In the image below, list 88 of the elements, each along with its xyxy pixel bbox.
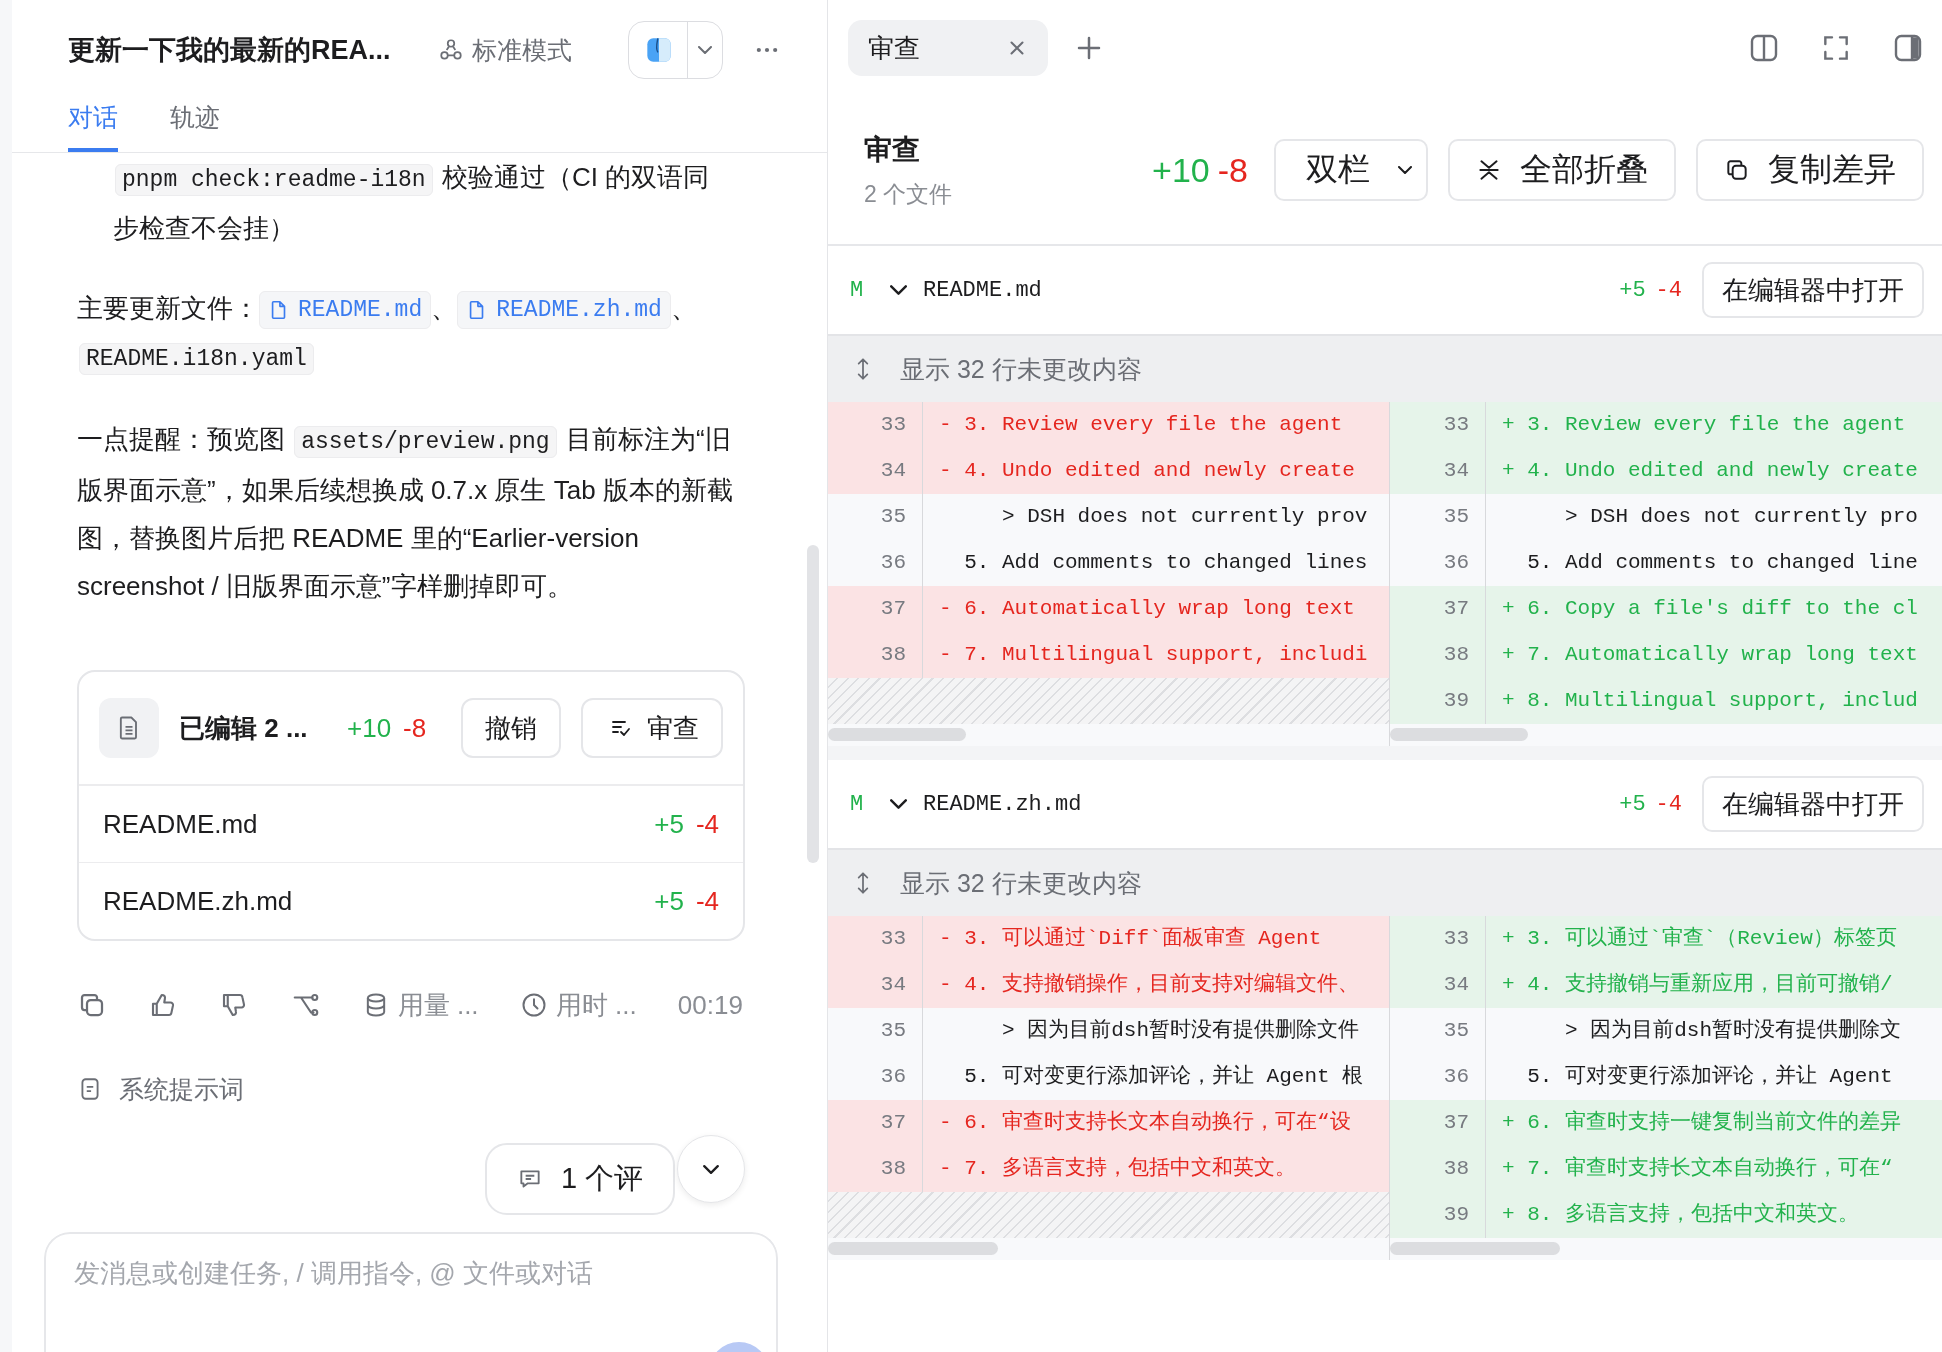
copy-diff-button[interactable]: 复制差异 bbox=[1696, 139, 1924, 201]
removed-count: -4 bbox=[695, 808, 719, 840]
removed-count: -4 bbox=[1655, 277, 1682, 303]
line-number: 35 bbox=[1390, 1008, 1486, 1054]
line-number: 36 bbox=[1390, 1054, 1486, 1100]
added-count: +10 bbox=[347, 712, 392, 744]
sidebar-icon[interactable] bbox=[1892, 32, 1924, 64]
file-status: M bbox=[850, 277, 865, 303]
added-count: +5 bbox=[654, 808, 684, 840]
expand-row[interactable]: 显示 32 行未更改内容 bbox=[828, 848, 1942, 916]
scrollbar[interactable] bbox=[807, 545, 819, 863]
expand-row[interactable]: 显示 32 行未更改内容 bbox=[828, 334, 1942, 402]
app-icon bbox=[645, 36, 673, 64]
nodes-icon[interactable] bbox=[438, 37, 464, 63]
file-link[interactable]: README.md bbox=[259, 291, 432, 330]
added-count: +5 bbox=[1619, 277, 1646, 303]
line-number: 36 bbox=[828, 1054, 923, 1100]
usage-label: 用量 ... bbox=[397, 988, 479, 1022]
line-number: 39 bbox=[1390, 1192, 1486, 1238]
line-number: 38 bbox=[828, 1146, 923, 1192]
line-number: 35 bbox=[828, 1008, 923, 1054]
elapsed-time: 00:19 bbox=[677, 989, 743, 1021]
chevron-down-icon[interactable] bbox=[890, 285, 907, 295]
message-paragraph: 一点提醒：预览图 assets/preview.png 目前标注为“旧版界面示意”，如果后续想换成 0.7.x 原生 Tab 版本的新截图，替换图片后把 README 里的“Earlier-version screenshot / 旧版界面示意”字样删掉即可。 bbox=[77, 423, 734, 603]
line-number: 33 bbox=[1390, 402, 1486, 448]
line-number: 38 bbox=[1390, 632, 1486, 678]
line-number: 36 bbox=[1390, 540, 1486, 586]
review-title: 审查 bbox=[864, 132, 921, 167]
message-input[interactable]: 发消息或创建任务, / 调用指令, @ 文件或对话 bbox=[44, 1232, 778, 1352]
line-number: 34 bbox=[1390, 962, 1486, 1008]
line-number: 38 bbox=[828, 632, 923, 678]
line-number: 38 bbox=[1390, 1146, 1486, 1192]
line-number: 37 bbox=[828, 1100, 923, 1146]
view-mode-select[interactable]: 双栏 bbox=[1274, 139, 1428, 201]
line-number: 33 bbox=[1390, 916, 1486, 962]
added-count: +5 bbox=[1619, 791, 1646, 817]
file-name[interactable]: README.zh.md bbox=[103, 885, 293, 917]
chevron-down-icon[interactable] bbox=[890, 799, 907, 809]
conversation-title: 更新一下我的最新的REA... bbox=[68, 34, 392, 67]
chevron-down-icon bbox=[703, 1164, 719, 1174]
conversation-tab[interactable]: 轨迹 bbox=[170, 100, 220, 152]
line-number: 35 bbox=[828, 494, 923, 540]
review-button[interactable]: 审查 bbox=[581, 698, 723, 758]
line-number: 34 bbox=[1390, 448, 1486, 494]
copy-icon bbox=[1724, 157, 1750, 183]
chevron-down-icon bbox=[698, 46, 712, 54]
open-in-editor-button[interactable]: 在编辑器中打开 bbox=[1702, 776, 1924, 832]
file-name: README.md bbox=[923, 277, 1042, 303]
collapse-all-button[interactable]: 全部折叠 bbox=[1448, 139, 1676, 201]
open-in-editor-button[interactable]: 在编辑器中打开 bbox=[1702, 262, 1924, 318]
comments-button[interactable]: 1 个评 bbox=[485, 1143, 675, 1215]
review-tab[interactable]: 审查 bbox=[848, 20, 1048, 76]
line-number: 37 bbox=[1390, 1100, 1486, 1146]
scrollbar[interactable] bbox=[1390, 728, 1528, 741]
line-number: 34 bbox=[828, 448, 923, 494]
added-count: +5 bbox=[654, 885, 684, 917]
message-paragraph: pnpm check:readme-i18n 校验通过（CI 的双语同步检查不会挂） bbox=[112, 161, 711, 245]
line-number: 34 bbox=[828, 962, 923, 1008]
scrollbar[interactable] bbox=[828, 1242, 998, 1255]
app-picker-button[interactable] bbox=[628, 21, 723, 79]
line-number: 33 bbox=[828, 916, 923, 962]
line-number: 39 bbox=[1390, 678, 1486, 724]
removed-count: -8 bbox=[1217, 150, 1248, 190]
line-number: 36 bbox=[828, 540, 923, 586]
file-status: M bbox=[850, 791, 865, 817]
added-count: +10 bbox=[1152, 150, 1210, 190]
line-number: 37 bbox=[828, 586, 923, 632]
file-name[interactable]: README.md bbox=[103, 808, 258, 840]
duration-label: 用时 ... bbox=[555, 988, 637, 1022]
changes-title: 已编辑 2 ... bbox=[179, 711, 309, 745]
line-number: 35 bbox=[1390, 494, 1486, 540]
split-view-icon[interactable] bbox=[1748, 32, 1780, 64]
file-count: 2 个文件 bbox=[864, 179, 954, 209]
scrollbar[interactable] bbox=[828, 728, 966, 741]
file-name: README.zh.md bbox=[923, 791, 1082, 817]
line-number: 33 bbox=[828, 402, 923, 448]
mode-label[interactable]: 标准模式 bbox=[472, 33, 572, 67]
removed-count: -8 bbox=[403, 712, 427, 744]
chevron-down-icon bbox=[1398, 166, 1412, 174]
conversation-tab[interactable]: 对话 bbox=[68, 100, 118, 152]
scrollbar[interactable] bbox=[1390, 1242, 1560, 1255]
line-number: 37 bbox=[1390, 586, 1486, 632]
file-link[interactable]: README.zh.md bbox=[457, 291, 671, 330]
undo-button[interactable]: 撤销 bbox=[461, 698, 561, 758]
removed-count: -4 bbox=[695, 885, 719, 917]
system-prompt-link[interactable]: 系统提示词 bbox=[119, 1072, 244, 1106]
message-paragraph: 主要更新文件： README.md 、 README.zh.md 、 README.i18n.yaml bbox=[77, 284, 741, 383]
removed-count: -4 bbox=[1655, 791, 1682, 817]
